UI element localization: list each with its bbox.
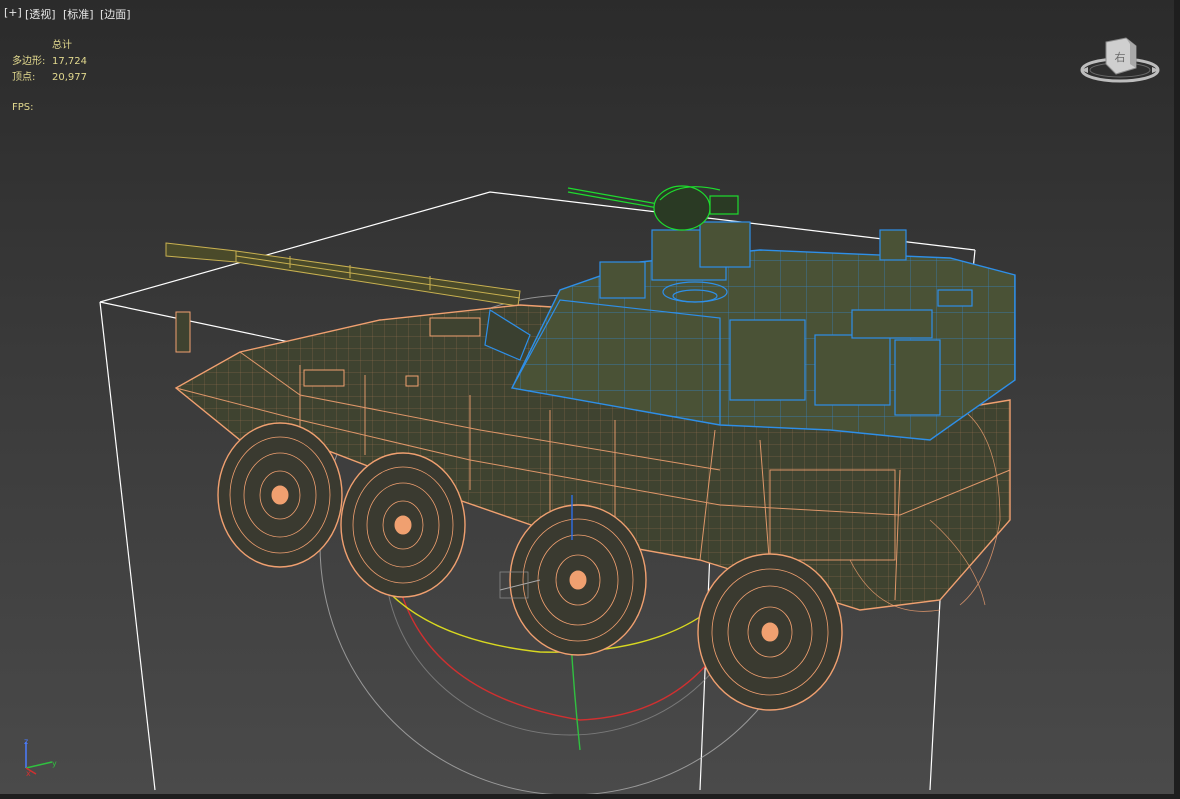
viewcube-face-label[interactable]: 右 xyxy=(1115,50,1126,64)
fps-label: FPS: xyxy=(12,102,34,113)
viewport-menu-display[interactable]: [边面] xyxy=(100,6,131,22)
wheel-4[interactable] xyxy=(697,553,843,711)
axis-tripod: z x y xyxy=(16,736,64,780)
viewport-border-right xyxy=(1174,0,1180,799)
polygons-value: 17,724 xyxy=(52,56,87,67)
scene-canvas[interactable] xyxy=(0,0,1180,799)
wheel-2[interactable] xyxy=(340,452,466,598)
axis-z-label: z xyxy=(24,737,28,746)
viewport-menu-view[interactable]: [透视] xyxy=(25,6,56,22)
viewport-menu-shading[interactable]: [标准] xyxy=(63,6,94,22)
axis-y-label: y xyxy=(52,759,57,768)
3d-viewport[interactable]: [+] [透视] [标准] [边面] 总计 多边形: 17,724 顶点: 20… xyxy=(0,0,1180,799)
polygons-label: 多边形: xyxy=(12,56,46,67)
vertices-label: 顶点: xyxy=(12,72,36,83)
wheel-1[interactable] xyxy=(217,422,343,568)
stats-header: 总计 xyxy=(52,40,72,51)
axis-x-label: x xyxy=(26,769,31,778)
wheel-3[interactable] xyxy=(509,504,647,656)
scene-statistics: 总计 多边形: 17,724 顶点: 20,977 xyxy=(12,38,87,86)
vertices-value: 20,977 xyxy=(52,72,87,83)
viewport-menu-plus[interactable]: [+] xyxy=(4,6,22,19)
viewcube[interactable]: 右 xyxy=(1078,34,1162,92)
gun-barrel[interactable] xyxy=(165,242,521,307)
viewport-border-bottom xyxy=(0,794,1180,799)
